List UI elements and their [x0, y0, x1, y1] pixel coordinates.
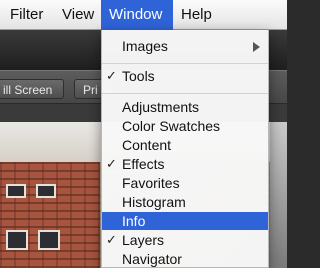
menu-item-info[interactable]: Info [102, 212, 268, 230]
checkmark-icon: ✓ [106, 156, 117, 171]
checkmark-icon: ✓ [106, 232, 117, 247]
menu-item-histogram[interactable]: Histogram [102, 193, 268, 211]
menu-item-label: Images [122, 38, 168, 54]
menu-item-adjustments[interactable]: Adjustments [102, 98, 268, 116]
photo-window [36, 184, 56, 198]
menu-item-layers[interactable]: ✓ Layers [102, 231, 268, 249]
menu-separator [102, 63, 268, 64]
menu-item-label: Content [122, 137, 172, 153]
menu-item-label: Histogram [122, 194, 186, 210]
photo-window [6, 230, 28, 250]
photo-window [6, 184, 26, 198]
photo-edge [270, 122, 287, 268]
menu-item-label: Favorites [122, 175, 180, 191]
photo-building [0, 162, 100, 268]
menu-item-navigator[interactable]: Navigator [102, 250, 268, 268]
window-menu: Images ✓ Tools Adjustments Color Swatche… [101, 30, 269, 268]
menubar: Filter View Window Help [0, 0, 287, 30]
menu-item-label: Navigator [122, 251, 182, 267]
menu-item-label: Adjustments [122, 99, 200, 115]
menu-item-effects[interactable]: ✓ Effects [102, 155, 268, 173]
menu-filter[interactable]: Filter [2, 0, 51, 30]
menu-item-label: Effects [122, 156, 165, 172]
full-screen-button[interactable]: ill Screen [0, 79, 64, 99]
menu-item-label: Tools [122, 68, 155, 84]
menu-item-label: Color Swatches [122, 118, 221, 134]
submenu-arrow-icon [253, 42, 260, 52]
menu-view[interactable]: View [54, 0, 102, 30]
menu-item-content[interactable]: Content [102, 136, 268, 154]
menu-item-label: Info [122, 213, 146, 229]
menu-item-color-swatches[interactable]: Color Swatches [102, 117, 268, 135]
menu-separator [102, 93, 268, 94]
menu-item-tools[interactable]: ✓ Tools [102, 67, 268, 85]
menu-item-label: Layers [122, 232, 165, 248]
menu-item-favorites[interactable]: Favorites [102, 174, 268, 192]
menu-item-images[interactable]: Images [102, 37, 268, 55]
menu-window[interactable]: Window [101, 0, 173, 30]
menu-help[interactable]: Help [173, 0, 220, 30]
photo-window [38, 230, 60, 250]
checkmark-icon: ✓ [106, 68, 117, 83]
